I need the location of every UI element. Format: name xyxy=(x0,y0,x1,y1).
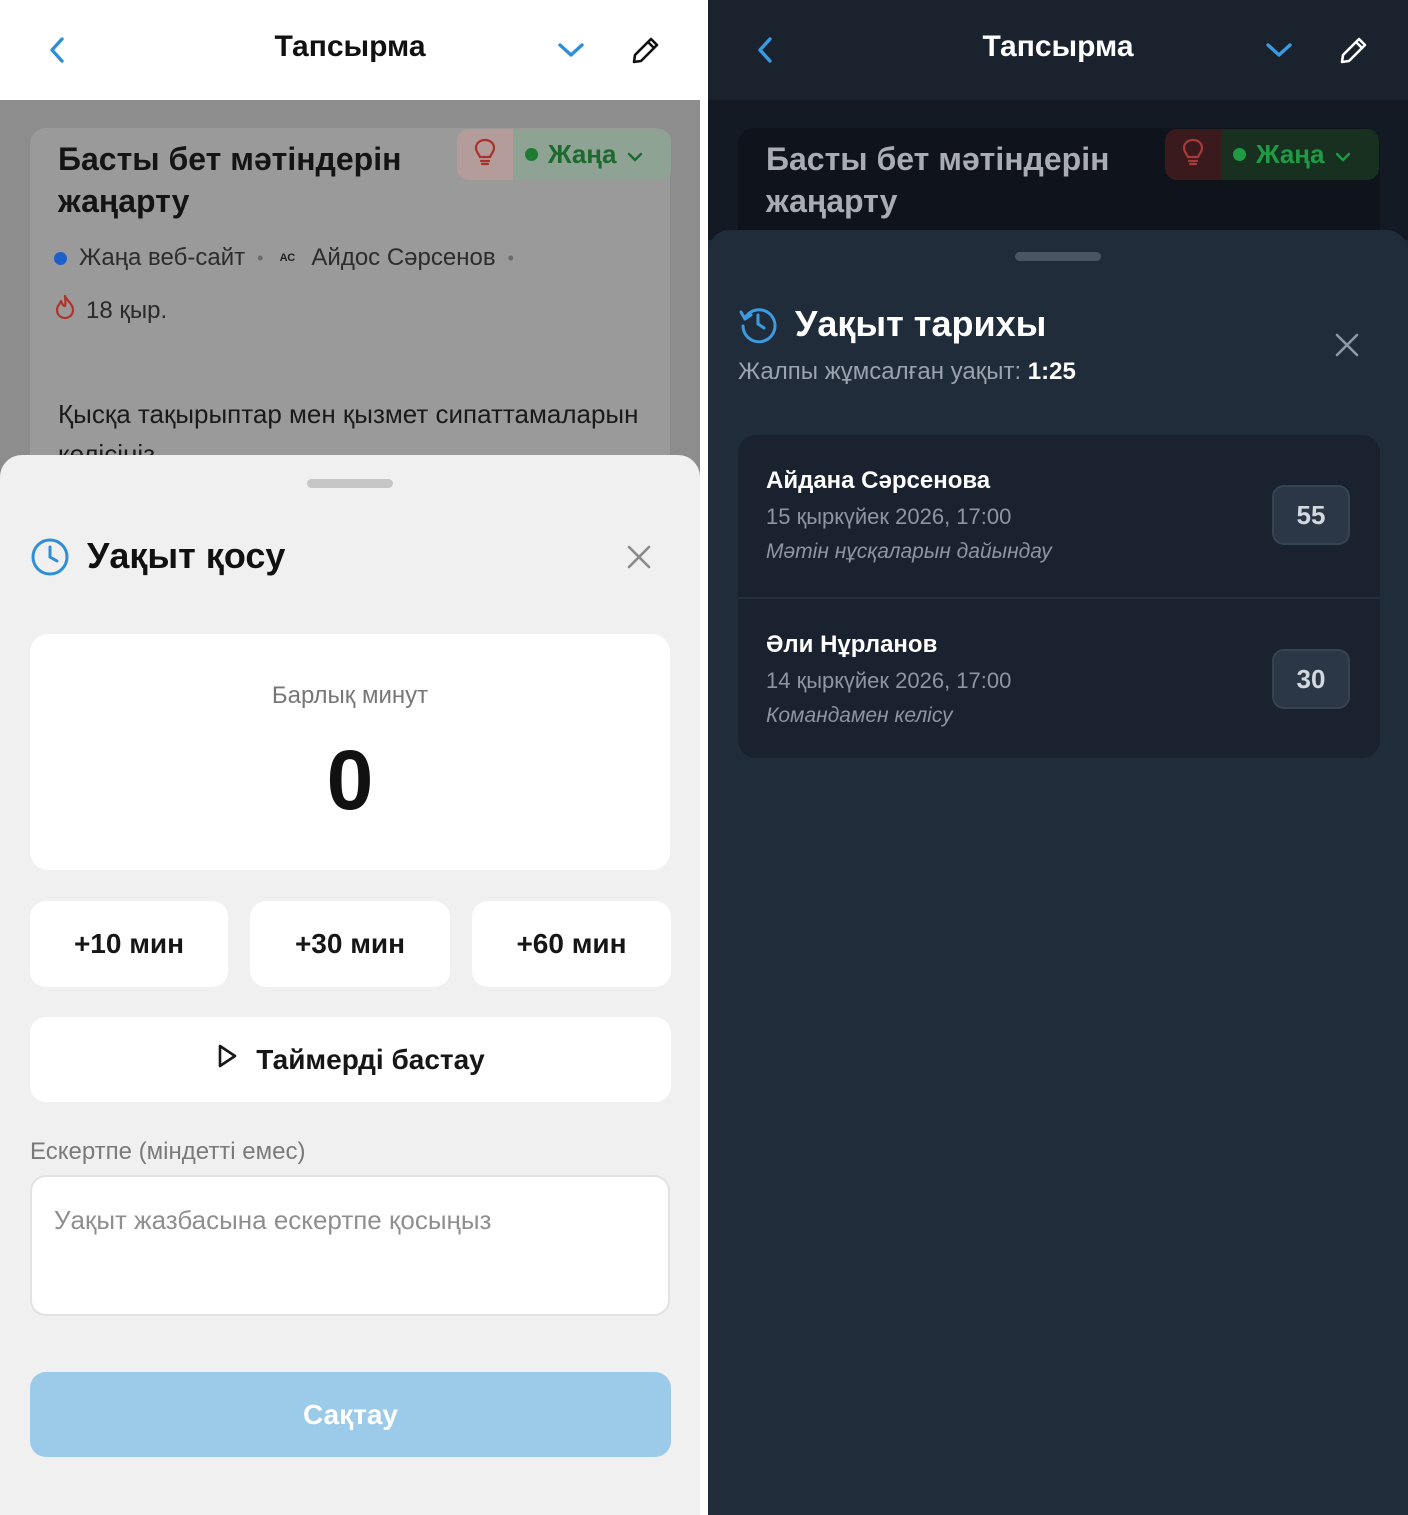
minutes-card: Барлық минут 0 xyxy=(30,634,670,870)
light-panel: Тапсырма Басты бет мәтіндерін жаңарту Жа… xyxy=(0,0,700,1515)
top-bar: Тапсырма xyxy=(708,0,1408,100)
total-time-label: Жалпы жұмсалған уақыт: xyxy=(738,358,1022,385)
time-entries-list: Айдана Сәрсенова 15 қыркүйек 2026, 17:00… xyxy=(738,435,1380,758)
chevron-down-icon xyxy=(626,139,644,170)
top-bar: Тапсырма xyxy=(0,0,700,100)
add-10-min-button[interactable]: +10 мин xyxy=(30,901,228,987)
add-30-min-button[interactable]: +30 мин xyxy=(250,901,450,987)
project-name[interactable]: Жаңа веб-сайт xyxy=(79,244,245,272)
time-history-sheet: Уақыт тарихы xyxy=(708,230,1408,1515)
close-icon[interactable] xyxy=(619,537,659,577)
chevron-down-icon xyxy=(1334,139,1352,170)
entry-date: 14 қыркүйек 2026, 17:00 xyxy=(766,668,1012,693)
separator: • xyxy=(257,247,264,268)
task-title: Басты бет мәтіндерін жаңарту xyxy=(766,141,1110,219)
start-timer-button[interactable]: Таймерді бастау xyxy=(30,1017,671,1102)
dark-panel: Тапсырма Басты бет мәтіндерін жаңарту Жа… xyxy=(708,0,1408,1515)
flame-icon xyxy=(54,294,76,327)
entry-date: 15 қыркүйек 2026, 17:00 xyxy=(766,504,1012,529)
clock-icon xyxy=(30,537,70,582)
total-time: Жалпы жұмсалған уақыт: 1:25 xyxy=(738,358,1076,386)
priority-pill[interactable] xyxy=(457,129,513,180)
minutes-label: Барлық минут xyxy=(271,682,429,709)
entry-user: Әли Нұрланов xyxy=(766,631,938,658)
minutes-value[interactable]: 0 xyxy=(30,732,670,829)
note-label: Ескертпе (міндетті емес) xyxy=(30,1138,306,1165)
drag-handle[interactable] xyxy=(1015,252,1101,261)
status-dot xyxy=(525,148,538,161)
lightbulb-icon xyxy=(474,137,496,172)
entry-note: Командамен келісу xyxy=(766,704,953,727)
time-entry[interactable]: Әли Нұрланов 14 қыркүйек 2026, 17:00 Ком… xyxy=(738,597,1380,758)
history-icon xyxy=(738,304,778,349)
project-dot xyxy=(54,251,67,265)
start-timer-label: Таймерді бастау xyxy=(256,1043,485,1075)
save-button[interactable]: Сақтау xyxy=(30,1372,671,1457)
status-label: Жаңа xyxy=(1256,139,1325,169)
total-time-value: 1:25 xyxy=(1027,358,1076,385)
avatar: АС xyxy=(275,246,300,270)
sheet-title: Уақыт тарихы xyxy=(795,303,1047,344)
pencil-icon[interactable] xyxy=(626,30,666,70)
task-meta: Жаңа веб-сайт • АС Айдос Сәрсенов • xyxy=(54,244,514,272)
page-title: Тапсырма xyxy=(274,30,426,63)
entry-minutes-badge: 30 xyxy=(1272,649,1350,709)
time-entry[interactable]: Айдана Сәрсенова 15 қыркүйек 2026, 17:00… xyxy=(738,435,1380,597)
sheet-title: Уақыт қосу xyxy=(87,535,286,576)
priority-pill[interactable] xyxy=(1165,129,1221,180)
status-dropdown[interactable]: Жаңа xyxy=(513,129,671,180)
lightbulb-icon xyxy=(1182,137,1204,172)
pencil-icon[interactable] xyxy=(1334,30,1374,70)
close-icon[interactable] xyxy=(1327,325,1367,365)
status-dropdown[interactable]: Жаңа xyxy=(1221,129,1379,180)
assignee-name[interactable]: Айдос Сәрсенов xyxy=(311,244,495,272)
note-field[interactable] xyxy=(30,1175,670,1316)
due-date-label: 18 қыр. xyxy=(86,296,168,324)
task-title: Басты бет мәтіндерін жаңарту xyxy=(58,141,402,219)
status-label: Жаңа xyxy=(548,139,617,169)
due-date: 18 қыр. xyxy=(54,294,167,327)
play-icon xyxy=(216,1043,238,1076)
drag-handle[interactable] xyxy=(307,479,393,488)
divider xyxy=(700,0,708,1515)
status-dot xyxy=(1233,148,1246,161)
chevron-down-icon[interactable] xyxy=(551,30,591,70)
entry-minutes-badge: 55 xyxy=(1272,485,1350,545)
separator: • xyxy=(507,247,514,268)
entry-note: Мәтін нұсқаларын дайындау xyxy=(766,540,1052,563)
add-60-min-button[interactable]: +60 мин xyxy=(472,901,671,987)
page-title: Тапсырма xyxy=(982,30,1134,63)
chevron-down-icon[interactable] xyxy=(1259,30,1299,70)
entry-user: Айдана Сәрсенова xyxy=(766,467,991,494)
